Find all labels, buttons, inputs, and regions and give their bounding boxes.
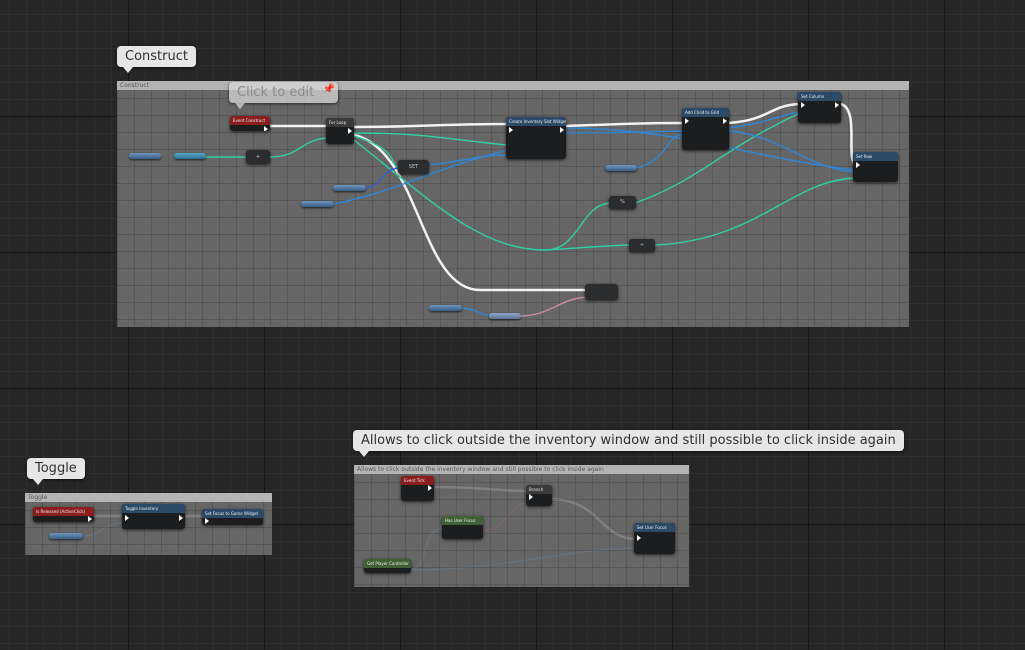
toggle-comment-header: Toggle	[25, 493, 272, 502]
exec-out-pin[interactable]	[723, 118, 727, 124]
focus-comment-bubble[interactable]: Allows to click outside the inventory wi…	[353, 430, 904, 457]
set-column-title: Set Column	[798, 92, 841, 101]
event-construct-node[interactable]: Event Construct	[230, 116, 270, 131]
create-widget-node[interactable]: Create Inventory Slot Widget	[506, 117, 566, 159]
exec-out-pin[interactable]	[560, 127, 564, 133]
exec-in-pin[interactable]	[529, 494, 533, 500]
variable-node[interactable]	[429, 305, 462, 311]
exec-in-pin[interactable]	[125, 515, 129, 521]
variable-node[interactable]	[301, 201, 334, 207]
exec-in-pin[interactable]	[685, 118, 689, 124]
set-node[interactable]: SET	[398, 160, 429, 174]
boolean-node[interactable]	[585, 284, 618, 300]
percent-node[interactable]: %	[609, 196, 636, 209]
get-player-controller-title: Get Player Controller	[364, 559, 411, 568]
exec-in-pin[interactable]	[856, 162, 860, 168]
get-player-controller-node[interactable]: Get Player Controller	[364, 559, 411, 573]
set-focus-current-node[interactable]: Set Focus to Game Widget	[202, 509, 263, 525]
has-user-focus-title: Has User Focus	[442, 516, 483, 525]
toggle-inventory-title: Toggle Inventory	[122, 504, 185, 513]
exec-out-pin[interactable]	[348, 128, 352, 134]
event-tick-node[interactable]: Event Tick	[401, 476, 434, 501]
exec-out-pin[interactable]	[835, 102, 839, 108]
set-user-focus-title: Set User Focus	[634, 523, 675, 532]
branch-node[interactable]: Branch	[526, 485, 552, 506]
set-column-node[interactable]: Set Column	[798, 92, 841, 123]
set-user-focus-node[interactable]: Set User Focus	[634, 523, 675, 554]
variable-node[interactable]	[174, 153, 206, 159]
create-widget-title: Create Inventory Slot Widget	[506, 117, 566, 126]
toggle-comment-bubble[interactable]: Toggle	[27, 458, 85, 485]
focus-comment-header: Allows to click outside the inventory wi…	[354, 465, 689, 474]
exec-in-pin[interactable]	[205, 518, 209, 524]
variable-node[interactable]	[489, 313, 521, 319]
is-released-node[interactable]: Is Released (ActionClick)	[33, 507, 94, 522]
toggle-inventory-node[interactable]: Toggle Inventory	[122, 504, 185, 529]
variable-node[interactable]	[333, 185, 366, 191]
exec-out-pin[interactable]	[88, 516, 92, 522]
divide-node[interactable]: ÷	[629, 239, 655, 252]
has-user-focus-node[interactable]: Has User Focus	[442, 516, 483, 539]
variable-node[interactable]	[49, 533, 83, 539]
set-row-title: Set Row	[853, 152, 898, 161]
event-tick-title: Event Tick	[401, 476, 434, 485]
set-focus-current-title: Set Focus to Game Widget	[202, 509, 263, 518]
set-row-node[interactable]: Set Row	[853, 152, 898, 182]
is-released-title: Is Released (ActionClick)	[33, 507, 94, 516]
variable-node[interactable]	[129, 153, 161, 159]
event-construct-title: Event Construct	[230, 116, 270, 125]
exec-out-pin[interactable]	[179, 515, 183, 521]
add-child-node[interactable]: Add Child to Grid	[682, 108, 729, 150]
for-loop-title: For Loop	[326, 118, 354, 127]
variable-node[interactable]	[605, 165, 637, 171]
branch-title: Branch	[526, 485, 552, 494]
for-loop-node[interactable]: For Loop	[326, 118, 354, 144]
exec-out-pin[interactable]	[264, 126, 268, 131]
exec-in-pin[interactable]	[509, 127, 513, 133]
add-node[interactable]: +	[246, 150, 270, 164]
exec-in-pin[interactable]	[801, 102, 805, 108]
add-child-title: Add Child to Grid	[682, 108, 729, 117]
exec-out-pin[interactable]	[428, 485, 432, 491]
exec-in-pin[interactable]	[637, 535, 641, 541]
